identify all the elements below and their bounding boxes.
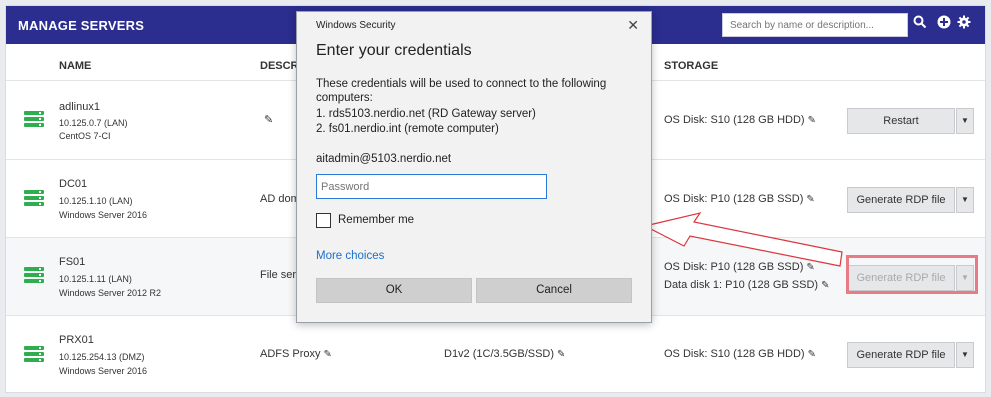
add-icon[interactable] <box>936 15 952 31</box>
storage-text: OS Disk: P10 (128 GB SSD) ✎ <box>664 261 815 273</box>
dialog-caption: Windows Security <box>316 20 396 31</box>
edit-storage-icon[interactable]: ✎ <box>808 115 816 126</box>
edit-size-icon[interactable]: ✎ <box>557 349 565 360</box>
server-name: FS01 <box>59 256 86 268</box>
edit-storage-icon[interactable]: ✎ <box>808 349 816 360</box>
storage-text: OS Disk: P10 (128 GB SSD) ✎ <box>664 193 815 205</box>
column-header-storage: STORAGE <box>664 60 719 72</box>
cancel-button[interactable]: Cancel <box>476 278 632 303</box>
remember-me-label[interactable]: Remember me <box>338 214 414 226</box>
highlight-box <box>846 255 978 294</box>
server-ip: 10.125.0.7 (LAN) <box>59 118 128 128</box>
storage-text: Data disk 1: P10 (128 GB SSD) ✎ <box>664 279 830 291</box>
edit-storage-icon[interactable]: ✎ <box>821 280 829 291</box>
server-name: adlinux1 <box>59 101 100 113</box>
storage-text: OS Disk: S10 (128 GB HDD) ✎ <box>664 114 816 126</box>
server-os: CentOS 7-CI <box>59 131 111 141</box>
server-icon <box>24 190 44 208</box>
server-icon <box>24 111 44 129</box>
windows-security-dialog: Windows Security ✕ Enter your credential… <box>296 11 652 323</box>
server-os: Windows Server 2016 <box>59 210 148 220</box>
dialog-message: These credentials will be used to connec… <box>316 78 607 90</box>
server-size: D1v2 (1C/3.5GB/SSD) ✎ <box>444 348 566 360</box>
server-name: DC01 <box>59 178 88 190</box>
generate-rdp-button[interactable]: Generate RDP file <box>847 342 955 368</box>
dialog-message: computers: <box>316 92 373 104</box>
edit-storage-icon[interactable]: ✎ <box>806 262 814 273</box>
server-ip: 10.125.1.10 (LAN) <box>59 196 133 206</box>
edit-description-icon[interactable]: ✎ <box>264 113 273 126</box>
dialog-heading: Enter your credentials <box>316 42 472 59</box>
server-description: ADFS Proxy ✎ <box>260 348 332 360</box>
server-icon <box>24 267 44 285</box>
server-description: AD dom <box>260 193 300 205</box>
close-icon[interactable]: ✕ <box>627 17 639 34</box>
edit-storage-icon[interactable]: ✎ <box>806 194 814 205</box>
search-input[interactable] <box>722 13 908 37</box>
chevron-down-icon[interactable]: ▼ <box>956 342 974 368</box>
server-name: PRX01 <box>59 334 94 346</box>
server-icon <box>24 346 44 364</box>
remember-me-checkbox[interactable] <box>316 213 331 228</box>
settings-icon[interactable] <box>956 15 972 31</box>
server-ip: 10.125.1.11 (LAN) <box>59 274 132 284</box>
dialog-computer-2: 2. fs01.nerdio.int (remote computer) <box>316 123 499 135</box>
table-row: PRX01 10.125.254.13 (DMZ) Windows Server… <box>6 315 985 394</box>
username-label: aitadmin@5103.nerdio.net <box>316 153 452 165</box>
restart-button[interactable]: Restart <box>847 108 955 134</box>
generate-rdp-button[interactable]: Generate RDP file <box>847 187 955 213</box>
chevron-down-icon[interactable]: ▼ <box>956 187 974 213</box>
page-title: MANAGE SERVERS <box>18 18 145 33</box>
storage-text: OS Disk: S10 (128 GB HDD) ✎ <box>664 348 816 360</box>
server-description: File ser <box>260 269 297 281</box>
server-ip: 10.125.254.13 (DMZ) <box>59 352 145 362</box>
server-os: Windows Server 2012 R2 <box>59 288 162 298</box>
search-icon[interactable] <box>912 15 928 31</box>
dialog-computer-1: 1. rds5103.nerdio.net (RD Gateway server… <box>316 108 536 120</box>
password-field[interactable] <box>316 174 547 199</box>
chevron-down-icon[interactable]: ▼ <box>956 108 974 134</box>
server-os: Windows Server 2016 <box>59 366 148 376</box>
edit-description-icon[interactable]: ✎ <box>324 349 332 360</box>
column-header-name: NAME <box>59 60 92 72</box>
more-choices-link[interactable]: More choices <box>316 250 384 262</box>
ok-button[interactable]: OK <box>316 278 472 303</box>
